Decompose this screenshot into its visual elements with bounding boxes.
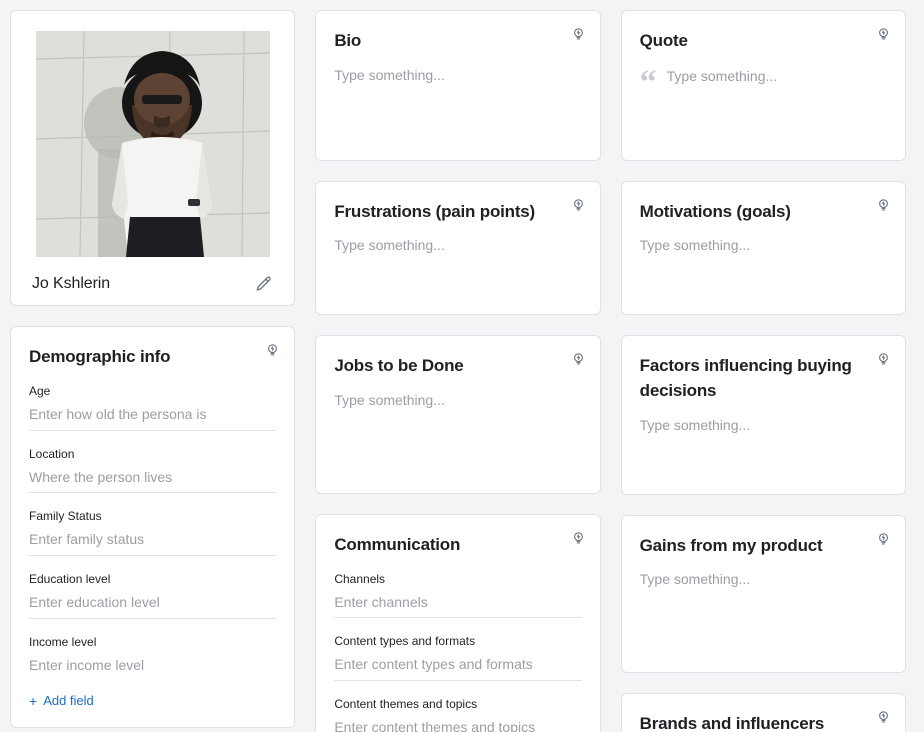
card-title: Frustrations (pain points) [334, 201, 536, 221]
lightbulb-icon[interactable] [265, 343, 280, 358]
gains-card: Gains from my product Type something... [620, 514, 906, 674]
field-label: Age [29, 383, 51, 398]
plus-icon: + [29, 692, 38, 709]
lightbulb-icon[interactable] [571, 352, 586, 367]
field-label: Content themes and topics [334, 697, 478, 712]
communication-card: Communication Channels Enter channels Co… [315, 513, 601, 732]
field-age: Age Enter how old the persona is [29, 382, 277, 431]
motivations-input[interactable]: Type something... [640, 236, 887, 298]
lightbulb-icon[interactable] [571, 27, 586, 42]
column-middle: Bio Type something... Frustrations (pain… [315, 10, 601, 732]
content-types-input[interactable]: Enter content types and formats [334, 655, 582, 682]
field-label: Content types and formats [334, 634, 476, 649]
frustrations-card: Frustrations (pain points) Type somethin… [315, 180, 601, 316]
card-title: Quote [639, 31, 688, 50]
lightbulb-icon[interactable] [571, 531, 586, 546]
quote-body: “ Type something... [639, 63, 887, 144]
lightbulb-icon[interactable] [876, 352, 891, 367]
lightbulb-icon[interactable] [571, 198, 586, 213]
demographic-info-card: Demographic info Age Enter how old the p… [10, 326, 296, 728]
field-label: Channels [334, 571, 386, 586]
motivations-card: Motivations (goals) Type something... [620, 180, 906, 316]
column-left: Jo Kshlerin Demographic info Age Enter h… [10, 10, 296, 728]
field-label: Location [29, 446, 75, 461]
lightbulb-icon[interactable] [876, 198, 891, 213]
field-income-level: Income level Enter income level [29, 633, 276, 677]
lightbulb-icon[interactable] [876, 710, 891, 725]
demographic-fields: Age Enter how old the persona is Locatio… [29, 382, 277, 711]
quote-card: Quote “ Type something... [620, 10, 906, 161]
field-content-types: Content types and formats Enter content … [334, 632, 582, 682]
quote-mark-icon: “ [639, 63, 657, 101]
add-field-button[interactable]: + Add field [29, 691, 276, 711]
frustrations-input[interactable]: Type something... [334, 236, 581, 298]
card-title: Bio [334, 31, 362, 50]
card-title: Communication [334, 534, 461, 554]
lightbulb-icon[interactable] [876, 27, 891, 42]
age-input[interactable]: Enter how old the persona is [29, 405, 277, 431]
bio-input[interactable]: Type something... [334, 66, 581, 144]
factors-card: Factors influencing buying decisions Typ… [620, 335, 906, 495]
card-title: Gains from my product [639, 535, 823, 555]
persona-profile-card: Jo Kshlerin [10, 10, 296, 306]
field-education-level: Education level Enter education level [29, 570, 277, 620]
field-content-themes: Content themes and topics Enter content … [334, 695, 581, 732]
quote-input[interactable]: Type something... [667, 66, 778, 87]
education-level-input[interactable]: Enter education level [29, 593, 277, 620]
card-title: Jobs to be Done [334, 356, 464, 376]
communication-fields: Channels Enter channels Content types an… [334, 570, 582, 732]
field-location: Location Where the person lives [29, 445, 277, 494]
field-channels: Channels Enter channels [334, 570, 582, 619]
lightbulb-icon[interactable] [876, 532, 891, 547]
family-status-input[interactable]: Enter family status [29, 530, 277, 557]
card-title: Motivations (goals) [639, 201, 791, 221]
location-input[interactable]: Where the person lives [29, 468, 277, 494]
card-title: Demographic info [29, 347, 171, 366]
field-label: Education level [29, 572, 111, 587]
channels-input[interactable]: Enter channels [334, 593, 582, 619]
jobs-to-be-done-input[interactable]: Type something... [334, 391, 581, 477]
add-field-label: Add field [43, 693, 94, 709]
gains-input[interactable]: Type something... [640, 570, 887, 656]
brands-card: Brands and influencers Type something... [620, 693, 906, 732]
persona-name: Jo Kshlerin [32, 275, 111, 292]
profile-footer: Jo Kshlerin [27, 275, 278, 293]
column-right: Quote “ Type something... Motivations (g… [620, 10, 906, 732]
card-title: Factors influencing buying decisions [639, 356, 852, 400]
field-label: Family Status [29, 509, 102, 524]
bio-card: Bio Type something... [315, 10, 601, 161]
field-family-status: Family Status Enter family status [29, 507, 277, 557]
persona-board: Jo Kshlerin Demographic info Age Enter h… [0, 0, 924, 732]
factors-input[interactable]: Type something... [640, 416, 887, 478]
income-level-input[interactable]: Enter income level [29, 656, 276, 677]
card-title: Brands and influencers [639, 714, 825, 732]
pencil-icon[interactable] [255, 275, 273, 293]
persona-photo[interactable] [35, 31, 270, 257]
field-label: Income level [29, 635, 97, 650]
jobs-to-be-done-card: Jobs to be Done Type something... [315, 335, 601, 494]
content-themes-input[interactable]: Enter content themes and topics [334, 718, 581, 732]
